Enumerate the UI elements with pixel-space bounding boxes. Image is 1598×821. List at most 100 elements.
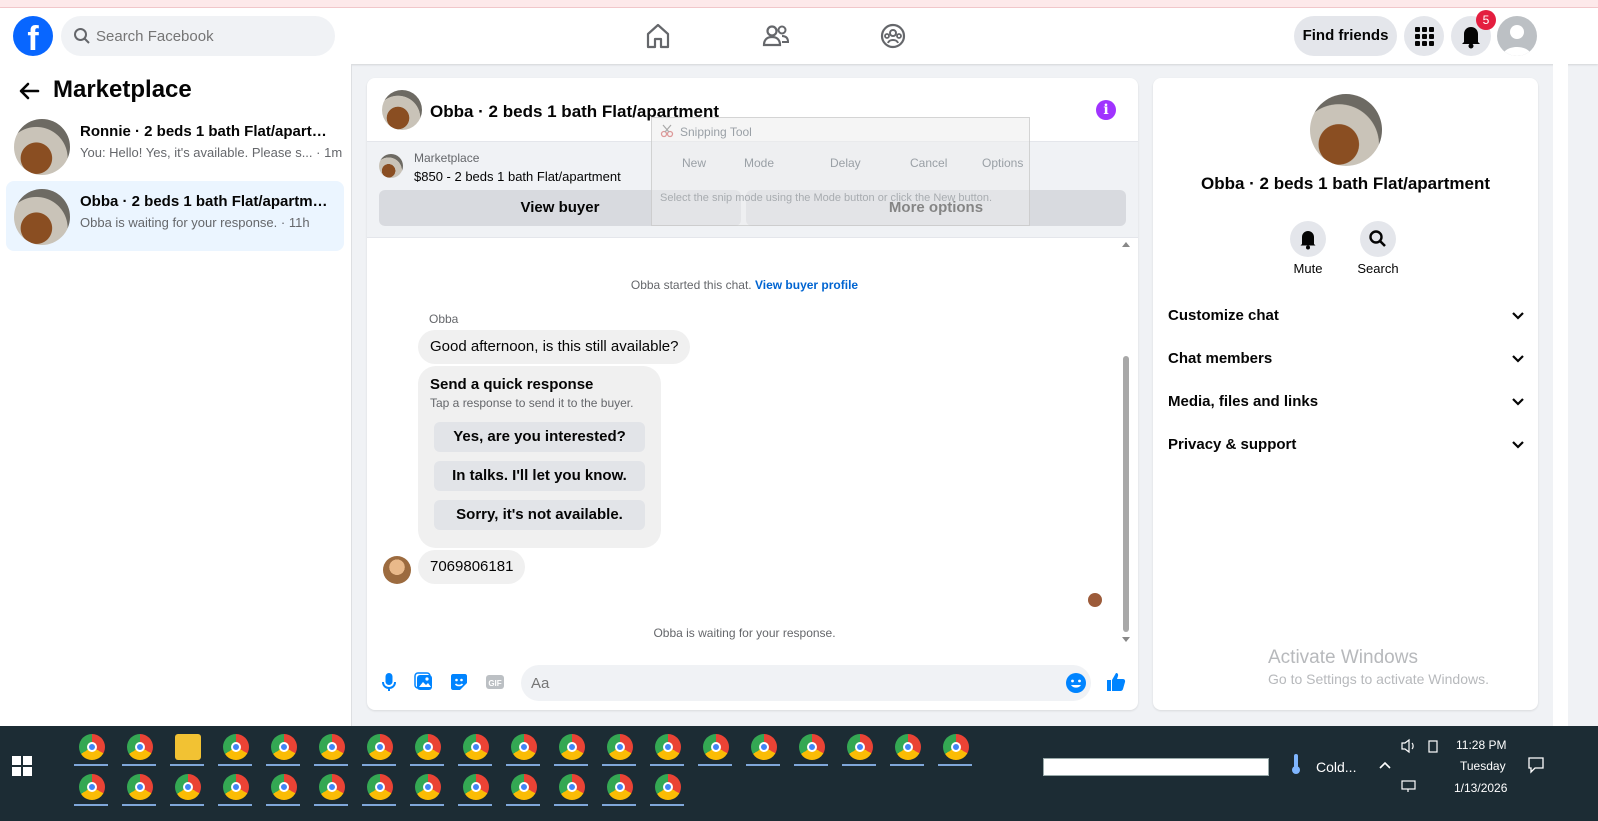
quick-reply-button[interactable]: In talks. I'll let you know.: [434, 461, 645, 491]
row-label: Customize chat: [1168, 307, 1279, 324]
customize-chat-row[interactable]: Customize chat: [1168, 307, 1525, 331]
clock-day[interactable]: Tuesday: [1460, 759, 1506, 773]
taskbar-app-icon[interactable]: [367, 734, 393, 760]
quick-reply-button[interactable]: Yes, are you interested?: [434, 422, 645, 452]
taskbar-active-indicator: [410, 764, 444, 766]
taskbar-app-icon[interactable]: [223, 734, 249, 760]
thumbs-up-icon[interactable]: [1104, 670, 1128, 694]
taskbar-app-icon[interactable]: [559, 734, 585, 760]
search-input[interactable]: [96, 16, 326, 56]
quick-reply-button[interactable]: Sorry, it's not available.: [434, 500, 645, 530]
taskbar-app-icon[interactable]: [943, 734, 969, 760]
search-icon: [74, 28, 90, 44]
sticker-icon[interactable]: [447, 670, 471, 694]
taskbar-app-icon[interactable]: [415, 734, 441, 760]
taskbar-app-icon[interactable]: [175, 734, 201, 760]
back-arrow-icon[interactable]: [18, 80, 40, 102]
conversation-item-active[interactable]: Obba · 2 beds 1 bath Flat/apartment Obba…: [6, 181, 344, 251]
taskbar-app-icon[interactable]: [607, 734, 633, 760]
taskbar-app-icon[interactable]: [559, 774, 585, 800]
taskbar-active-indicator: [602, 804, 636, 806]
snip-mode-button[interactable]: Mode: [744, 156, 774, 170]
emoji-icon[interactable]: [1065, 672, 1087, 694]
page-scrollbar[interactable]: [1553, 64, 1568, 726]
battery-icon[interactable]: [1426, 738, 1440, 754]
taskbar-app-icon[interactable]: [127, 774, 153, 800]
gif-icon[interactable]: GIF: [483, 670, 507, 694]
watermark-line2: Go to Settings to activate Windows.: [1268, 671, 1489, 687]
info-icon[interactable]: i: [1096, 100, 1116, 120]
photo-icon[interactable]: [412, 670, 436, 694]
taskbar-app-icon[interactable]: [799, 734, 825, 760]
chat-scrollbar[interactable]: [1120, 240, 1132, 644]
taskbar-app-icon[interactable]: [415, 774, 441, 800]
taskbar-app-icon[interactable]: [751, 734, 777, 760]
taskbar-address-box[interactable]: [1043, 758, 1269, 776]
taskbar-app-icon[interactable]: [463, 774, 489, 800]
search-bar[interactable]: [61, 16, 335, 56]
taskbar-app-icon[interactable]: [319, 734, 345, 760]
taskbar-app-icon[interactable]: [703, 734, 729, 760]
taskbar-app-icon[interactable]: [607, 774, 633, 800]
microphone-icon[interactable]: [377, 670, 401, 694]
snipping-tool-window[interactable]: Snipping Tool New Mode Delay Cancel Opti…: [651, 117, 1030, 226]
conversation-title: Obba · 2 beds 1 bath Flat/apartment: [80, 193, 330, 210]
taskbar-app-icon[interactable]: [127, 734, 153, 760]
view-buyer-profile-link[interactable]: View buyer profile: [755, 278, 858, 292]
chevron-up-icon[interactable]: [1378, 760, 1392, 770]
taskbar-app-icon[interactable]: [271, 734, 297, 760]
taskbar-app-icon[interactable]: [511, 734, 537, 760]
notification-center-icon[interactable]: [1527, 756, 1545, 774]
scroll-thumb[interactable]: [1123, 356, 1129, 632]
taskbar-app-icon[interactable]: [319, 774, 345, 800]
conversation-item[interactable]: Ronnie · 2 beds 1 bath Flat/apartm... Yo…: [6, 111, 344, 181]
taskbar-active-indicator: [74, 764, 108, 766]
mute-button[interactable]: [1290, 221, 1326, 257]
taskbar-active-indicator: [602, 764, 636, 766]
weather-text[interactable]: Cold...: [1316, 759, 1356, 775]
menu-button[interactable]: [1404, 16, 1444, 56]
sender-avatar[interactable]: [383, 556, 411, 584]
taskbar-app-icon[interactable]: [895, 734, 921, 760]
taskbar-app-icon[interactable]: [847, 734, 873, 760]
chat-members-row[interactable]: Chat members: [1168, 350, 1525, 374]
account-avatar[interactable]: [1497, 16, 1537, 56]
groups-icon[interactable]: [877, 20, 909, 52]
windows-start-icon[interactable]: [12, 756, 32, 776]
listing-photo[interactable]: [1310, 94, 1382, 166]
message-input[interactable]: [531, 665, 1031, 701]
clock-time[interactable]: 11:28 PM: [1456, 738, 1506, 752]
listing-thumbnail[interactable]: [379, 154, 403, 178]
clock-date[interactable]: 1/13/2026: [1454, 781, 1507, 795]
facebook-logo[interactable]: f: [13, 16, 53, 56]
media-files-links-row[interactable]: Media, files and links: [1168, 393, 1525, 417]
home-icon[interactable]: [642, 20, 674, 52]
taskbar-active-indicator: [218, 804, 252, 806]
taskbar-app-icon[interactable]: [655, 774, 681, 800]
snip-new-button[interactable]: New: [682, 156, 706, 170]
taskbar-app-icon[interactable]: [367, 774, 393, 800]
snip-options-button[interactable]: Options: [982, 156, 1023, 170]
message-input-wrapper[interactable]: [521, 665, 1091, 701]
scroll-up-icon[interactable]: [1120, 240, 1132, 248]
svg-text:GIF: GIF: [488, 679, 501, 688]
taskbar-app-icon[interactable]: [655, 734, 681, 760]
network-icon[interactable]: [1400, 778, 1418, 794]
taskbar-app-icon[interactable]: [79, 734, 105, 760]
snip-delay-button[interactable]: Delay: [830, 156, 861, 170]
scroll-down-icon[interactable]: [1120, 636, 1132, 644]
privacy-support-row[interactable]: Privacy & support: [1168, 436, 1525, 460]
taskbar-app-icon[interactable]: [175, 774, 201, 800]
find-friends-button[interactable]: Find friends: [1294, 16, 1397, 56]
taskbar-app-icon[interactable]: [79, 774, 105, 800]
taskbar-app-icon[interactable]: [271, 774, 297, 800]
chat-avatar[interactable]: [382, 90, 422, 130]
taskbar-app-icon[interactable]: [463, 734, 489, 760]
listing-price[interactable]: $850 - 2 beds 1 bath Flat/apartment: [414, 169, 621, 184]
taskbar-app-icon[interactable]: [223, 774, 249, 800]
taskbar-app-icon[interactable]: [511, 774, 537, 800]
volume-icon[interactable]: [1400, 738, 1418, 754]
snip-cancel-button[interactable]: Cancel: [910, 156, 947, 170]
friends-icon[interactable]: [760, 20, 792, 52]
search-chat-button[interactable]: [1360, 221, 1396, 257]
